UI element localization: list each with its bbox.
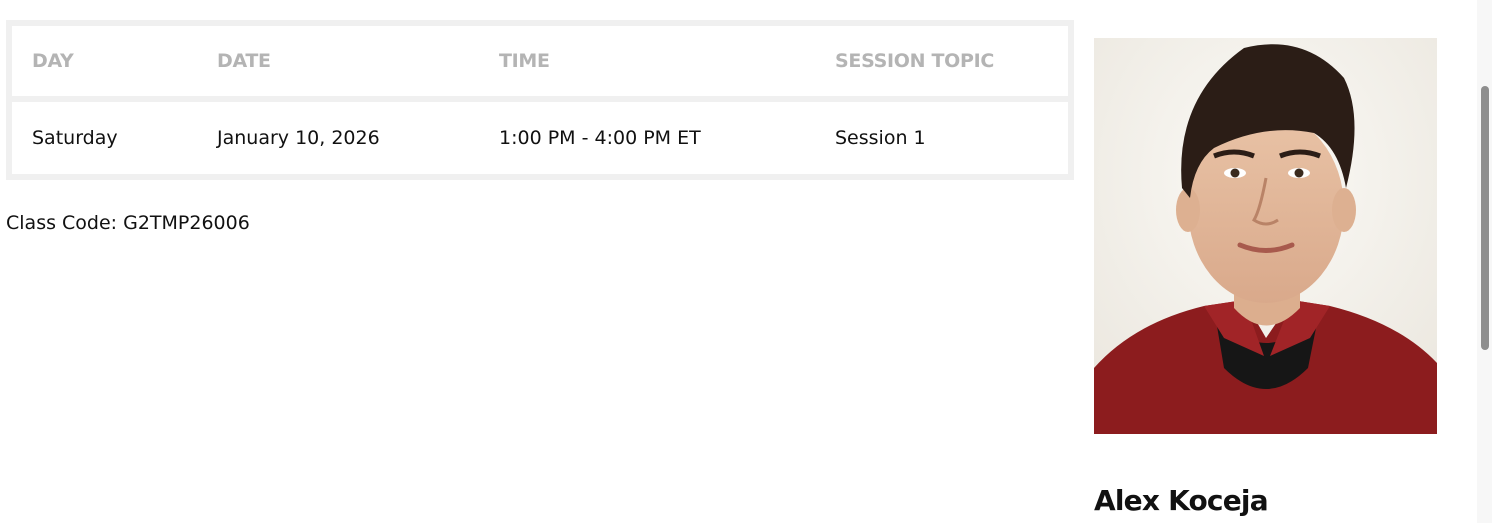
instructor-photo (1094, 38, 1437, 434)
table-row: Saturday January 10, 2026 1:00 PM - 4:00… (12, 102, 1068, 174)
header-date: DATE (217, 50, 271, 72)
cell-session-topic: Session 1 (835, 127, 926, 149)
schedule-table: DAY DATE TIME SESSION TOPIC Saturday Jan… (6, 20, 1074, 180)
scrollbar-thumb[interactable] (1481, 86, 1489, 350)
cell-date: January 10, 2026 (217, 127, 380, 149)
instructor-name[interactable]: Alex Koceja (1094, 484, 1269, 517)
header-time: TIME (499, 50, 550, 72)
table-header-row: DAY DATE TIME SESSION TOPIC (12, 26, 1068, 96)
header-day: DAY (32, 50, 74, 72)
page: DAY DATE TIME SESSION TOPIC Saturday Jan… (0, 0, 1492, 523)
header-session-topic: SESSION TOPIC (835, 50, 995, 72)
cell-time: 1:00 PM - 4:00 PM ET (499, 127, 701, 149)
class-code: Class Code: G2TMP26006 (6, 212, 250, 234)
cell-day: Saturday (32, 127, 118, 149)
